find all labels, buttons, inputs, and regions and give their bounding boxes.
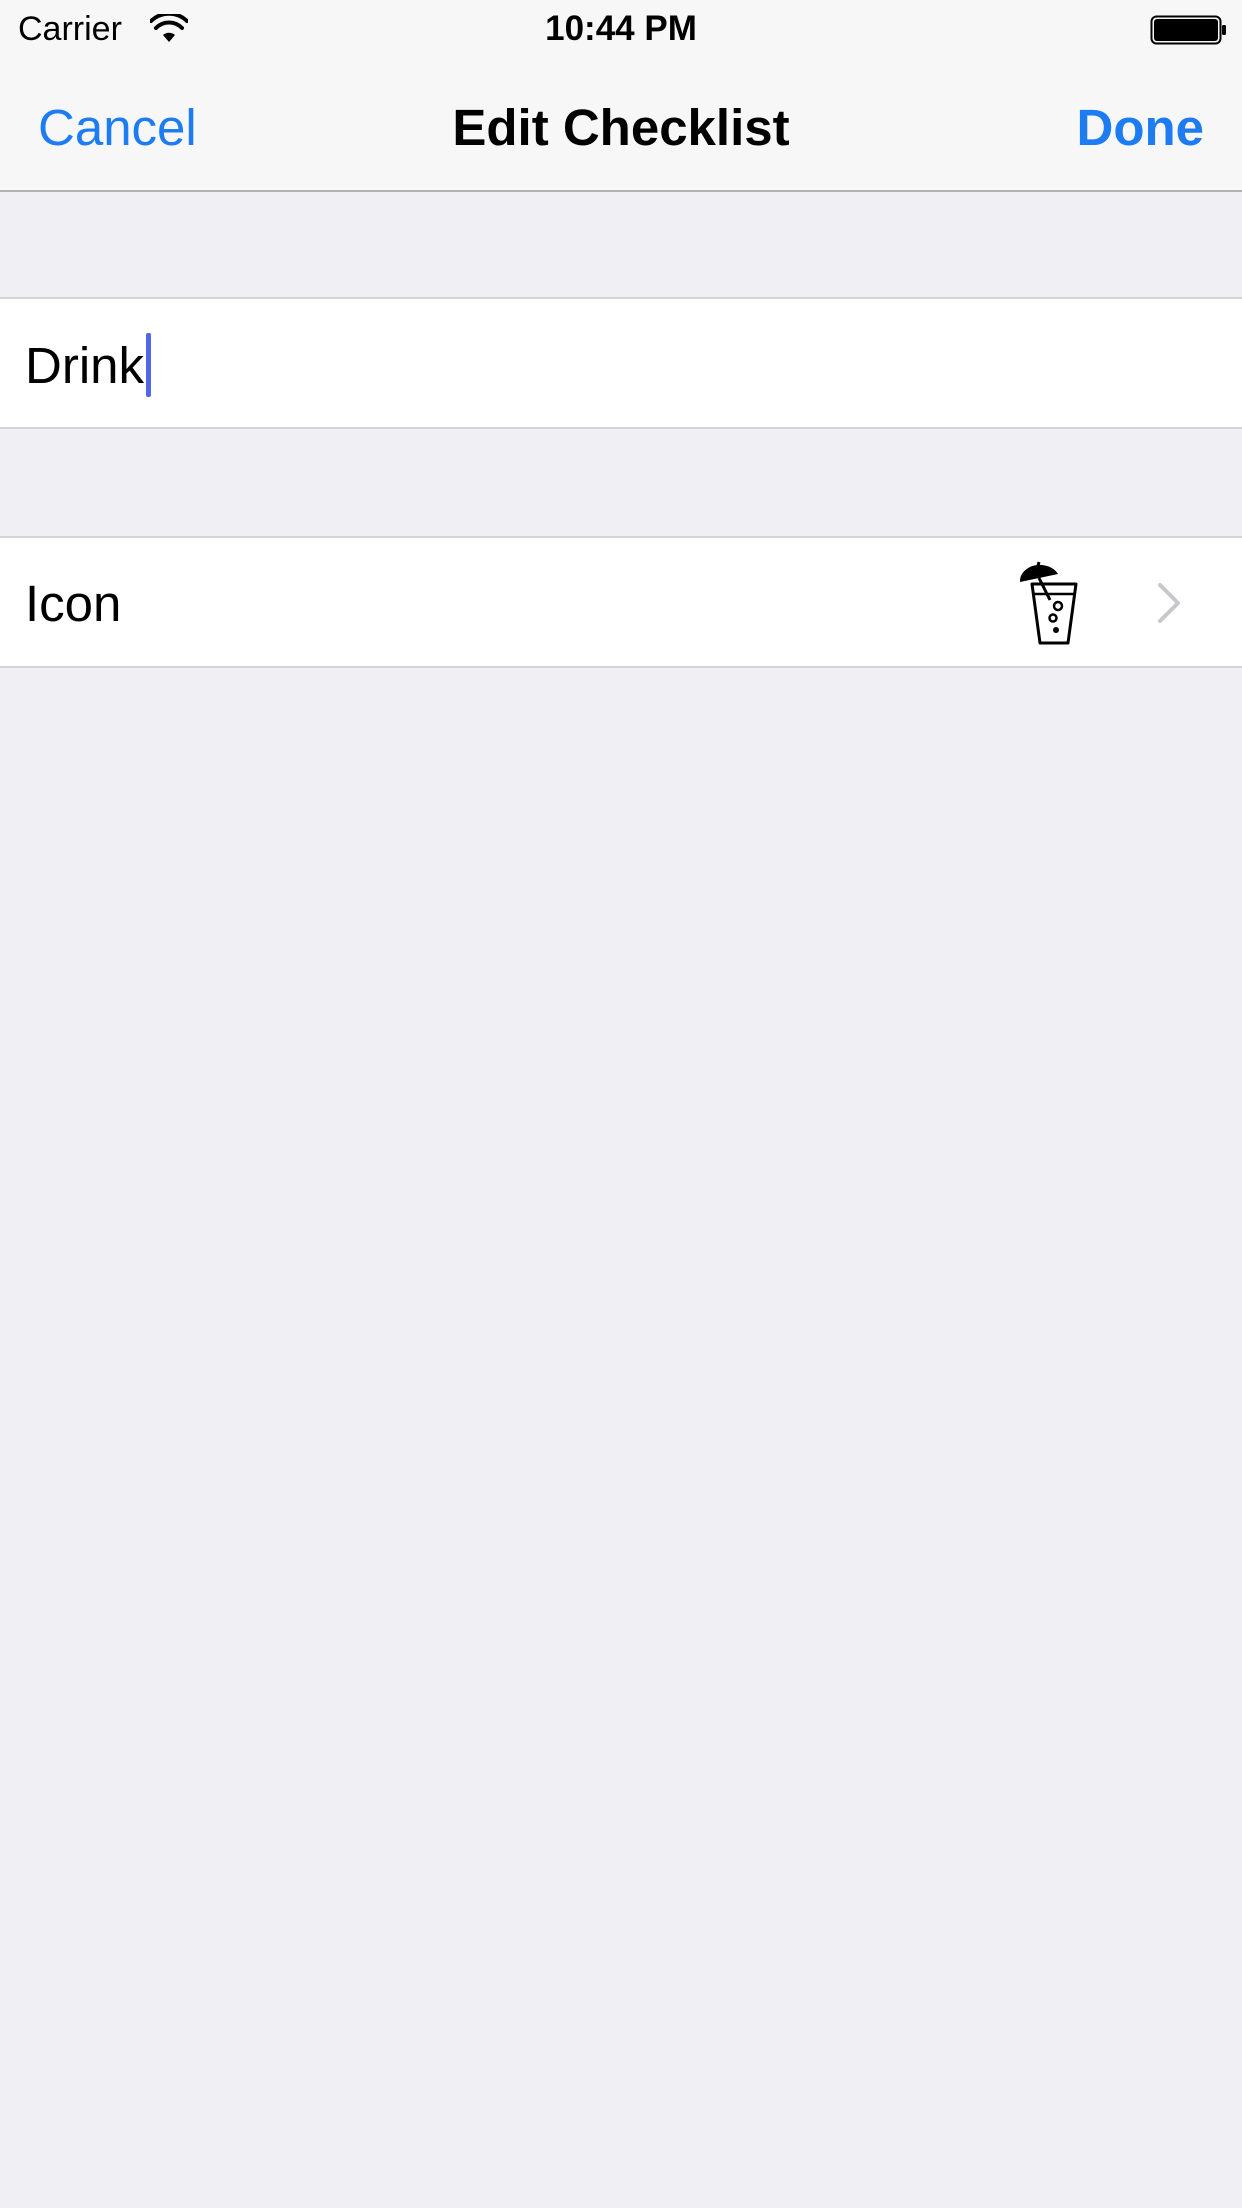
status-bar: Carrier 10:44 PM xyxy=(0,0,1242,60)
status-time: 10:44 PM xyxy=(545,9,697,48)
icon-row[interactable]: Icon xyxy=(0,536,1242,668)
drink-with-umbrella-icon xyxy=(1019,561,1078,645)
checklist-name-input[interactable]: Drink xyxy=(25,336,144,395)
navigation-bar: Cancel Edit Checklist Done xyxy=(0,60,1242,190)
top-bar: Carrier 10:44 PM Cancel Edit Checklist D… xyxy=(0,0,1242,192)
chevron-right-icon xyxy=(1158,583,1180,623)
icon-row-label: Icon xyxy=(25,575,122,632)
checklist-name-field[interactable]: Drink xyxy=(25,333,152,397)
text-caret xyxy=(146,333,152,397)
page-title: Edit Checklist xyxy=(452,99,790,156)
done-button[interactable]: Done xyxy=(1077,98,1205,157)
battery-icon xyxy=(1150,15,1226,45)
checklist-name-cell[interactable]: Drink xyxy=(0,297,1242,429)
